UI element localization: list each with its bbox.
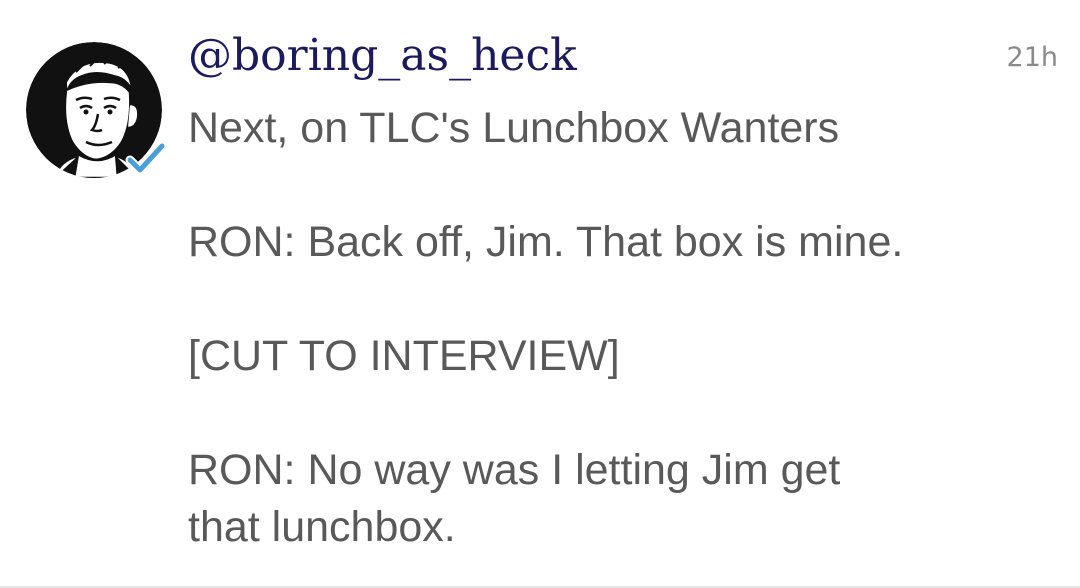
post-card[interactable]: @boring_as_heck 21h Next, on TLC's Lunch… bbox=[0, 0, 1080, 588]
post-body-blank-line bbox=[188, 385, 1048, 442]
post-body: Next, on TLC's Lunchbox Wanters RON: Bac… bbox=[188, 100, 1048, 556]
post-body-line: Next, on TLC's Lunchbox Wanters bbox=[188, 104, 840, 152]
post-timestamp: 21h bbox=[1006, 42, 1058, 73]
post-body-blank-line bbox=[188, 271, 1048, 328]
previous-post-cutoff bbox=[40, 0, 540, 6]
post-body-line: RON: No way was I letting Jim get bbox=[188, 446, 841, 494]
verified-check-icon bbox=[124, 138, 168, 178]
avatar-container[interactable] bbox=[26, 42, 167, 178]
post-body-line: that lunchbox. bbox=[188, 503, 456, 551]
username-link[interactable]: @boring_as_heck bbox=[188, 30, 577, 81]
post-body-line: [CUT TO INTERVIEW] bbox=[188, 332, 620, 380]
post-body-line: RON: Back off, Jim. That box is mine. bbox=[188, 218, 904, 266]
post-body-blank-line bbox=[188, 157, 1048, 214]
